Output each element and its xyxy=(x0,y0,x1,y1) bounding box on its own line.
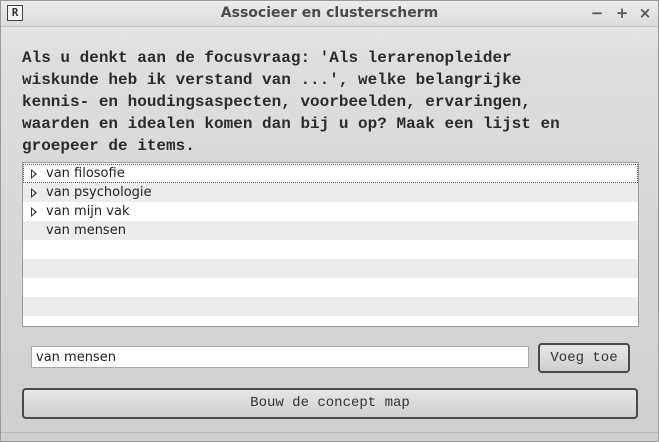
tree-row[interactable]: van psychologie xyxy=(23,183,638,202)
item-entry-field[interactable] xyxy=(31,346,529,368)
empty-row[interactable] xyxy=(23,259,638,278)
empty-row[interactable] xyxy=(23,297,638,316)
window-bottom-edge xyxy=(1,432,658,433)
title-bar[interactable]: R Associeer en clusterscherm − + × xyxy=(1,1,658,27)
tree-row-label: van mijn vak xyxy=(46,204,130,219)
item-tree[interactable]: van filosofie van psychologie van mijn v… xyxy=(22,162,639,327)
expand-arrow-icon[interactable] xyxy=(31,207,37,217)
add-item-button[interactable]: Voeg toe xyxy=(538,343,630,373)
expand-arrow-icon[interactable] xyxy=(31,188,37,198)
tree-row-label: van psychologie xyxy=(46,185,152,200)
app-window: R Associeer en clusterscherm − + × Als u… xyxy=(0,0,659,442)
maximize-icon[interactable]: + xyxy=(612,4,632,22)
close-icon[interactable]: × xyxy=(635,4,655,22)
focus-question: Als u denkt aan de focusvraag: 'Als lera… xyxy=(22,49,560,155)
tree-row[interactable]: van mensen xyxy=(23,221,638,240)
tree-row[interactable]: van mijn vak xyxy=(23,202,638,221)
empty-row[interactable] xyxy=(23,316,638,326)
expand-arrow-icon[interactable] xyxy=(31,169,37,179)
tree-row-label: van filosofie xyxy=(46,166,125,181)
tree-row[interactable]: van filosofie xyxy=(23,164,638,183)
build-concept-map-button[interactable]: Bouw de concept map xyxy=(22,388,638,419)
empty-row[interactable] xyxy=(23,278,638,297)
tree-row-label: van mensen xyxy=(46,223,126,238)
empty-row[interactable] xyxy=(23,240,638,259)
window-title: Associeer en clusterscherm xyxy=(220,5,439,21)
minimize-icon[interactable]: − xyxy=(587,4,607,22)
